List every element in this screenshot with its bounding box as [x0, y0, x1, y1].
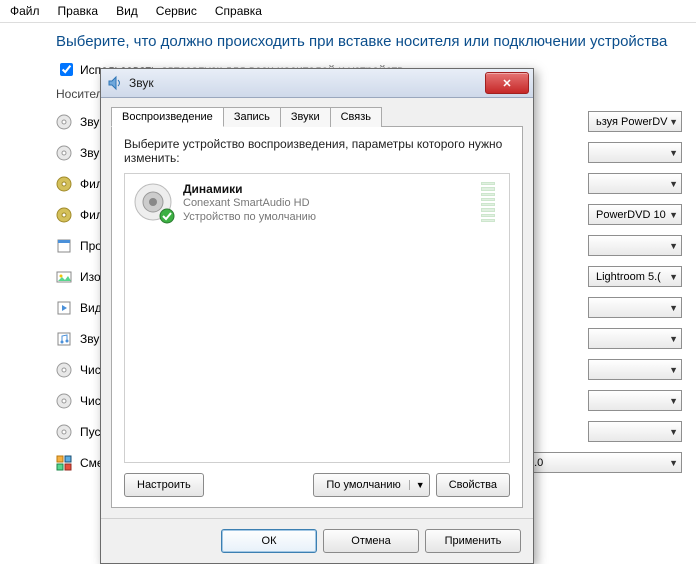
use-autoplay-checkbox[interactable] [60, 63, 73, 76]
dialog-titlebar[interactable]: Звук ✕ [101, 69, 533, 98]
menu-help[interactable]: Справка [215, 4, 262, 18]
ok-button[interactable]: ОК [221, 529, 317, 553]
device-name: Динамики [183, 182, 316, 196]
close-icon: ✕ [502, 77, 511, 90]
chevron-down-icon: ▼ [669, 148, 678, 158]
dropdown-9[interactable]: ▼ [588, 390, 682, 411]
dropdown-7[interactable]: ▼ [588, 328, 682, 349]
dialog-footer: ОК Отмена Применить [101, 518, 533, 563]
dropdown-3[interactable]: PowerDVD 10▼ [588, 204, 682, 225]
tab-sounds[interactable]: Звуки [280, 107, 331, 127]
dialog-title: Звук [129, 76, 154, 90]
sound-dialog: Звук ✕ Воспроизведение Запись Звуки Связ… [100, 68, 534, 564]
chevron-down-icon[interactable]: ▼ [409, 480, 425, 490]
tab-strip: Воспроизведение Запись Звуки Связь [111, 107, 523, 127]
set-default-label: По умолчанию [326, 479, 400, 491]
chevron-down-icon: ▼ [669, 241, 678, 251]
apply-button[interactable]: Применить [425, 529, 521, 553]
cancel-button[interactable]: Отмена [323, 529, 419, 553]
menu-view[interactable]: Вид [116, 4, 138, 18]
disc-icon [56, 362, 72, 378]
configure-button[interactable]: Настроить [124, 473, 204, 497]
chevron-down-icon: ▼ [669, 458, 678, 468]
dropdown-8[interactable]: ▼ [588, 359, 682, 380]
tab-panel-playback: Выберите устройство воспроизведения, пар… [111, 126, 523, 508]
default-check-icon [159, 208, 175, 224]
dropdown-0[interactable]: ьзуя PowerDV▼ [588, 111, 682, 132]
dropdown-2[interactable]: ▼ [588, 173, 682, 194]
menubar: Файл Правка Вид Сервис Справка [0, 0, 696, 23]
chevron-down-icon: ▼ [669, 365, 678, 375]
chevron-down-icon: ▼ [669, 303, 678, 313]
tab-communications[interactable]: Связь [330, 107, 382, 127]
dropdown-0-value: ьзуя PowerDV [592, 116, 669, 128]
chevron-down-icon: ▼ [669, 427, 678, 437]
cd-audio-icon [56, 145, 72, 161]
dropdown-1[interactable]: ▼ [588, 142, 682, 163]
device-driver: Conexant SmartAudio HD [183, 196, 316, 210]
chevron-down-icon: ▼ [669, 396, 678, 406]
sound-icon [107, 75, 123, 91]
app-icon [56, 238, 72, 254]
menu-edit[interactable]: Правка [58, 4, 99, 18]
menu-file[interactable]: Файл [10, 4, 40, 18]
tab-recording[interactable]: Запись [223, 107, 281, 127]
chevron-down-icon: ▼ [669, 179, 678, 189]
instruction-text: Выберите устройство воспроизведения, пар… [124, 137, 510, 165]
chevron-down-icon: ▼ [669, 272, 678, 282]
level-meter [481, 182, 495, 222]
audio-file-icon [56, 331, 72, 347]
video-file-icon [56, 300, 72, 316]
chevron-down-icon: ▼ [669, 210, 678, 220]
dropdown-3-value: PowerDVD 10 [592, 209, 669, 221]
image-icon [56, 269, 72, 285]
set-default-button[interactable]: По умолчанию ▼ [313, 473, 429, 497]
properties-button[interactable]: Свойства [436, 473, 510, 497]
cd-audio-icon [56, 114, 72, 130]
chevron-down-icon: ▼ [669, 334, 678, 344]
disc-icon [56, 424, 72, 440]
dropdown-10[interactable]: ▼ [588, 421, 682, 442]
device-item-speakers[interactable]: Динамики Conexant SmartAudio HD Устройст… [125, 174, 509, 232]
mixed-content-icon [56, 455, 72, 471]
device-list[interactable]: Динамики Conexant SmartAudio HD Устройст… [124, 173, 510, 463]
chevron-down-icon: ▼ [669, 117, 678, 127]
dropdown-5-value: Lightroom 5.( [592, 271, 669, 283]
speaker-device-icon [133, 182, 173, 222]
dvd-video-icon [56, 207, 72, 223]
dropdown-4[interactable]: ▼ [588, 235, 682, 256]
tab-playback[interactable]: Воспроизведение [111, 107, 224, 127]
close-button[interactable]: ✕ [485, 72, 529, 94]
page-title: Выберите, что должно происходить при вст… [56, 33, 682, 50]
device-status: Устройство по умолчанию [183, 210, 316, 224]
menu-service[interactable]: Сервис [156, 4, 197, 18]
dropdown-6[interactable]: ▼ [588, 297, 682, 318]
dropdown-5[interactable]: Lightroom 5.(▼ [588, 266, 682, 287]
dvd-video-icon [56, 176, 72, 192]
disc-icon [56, 393, 72, 409]
